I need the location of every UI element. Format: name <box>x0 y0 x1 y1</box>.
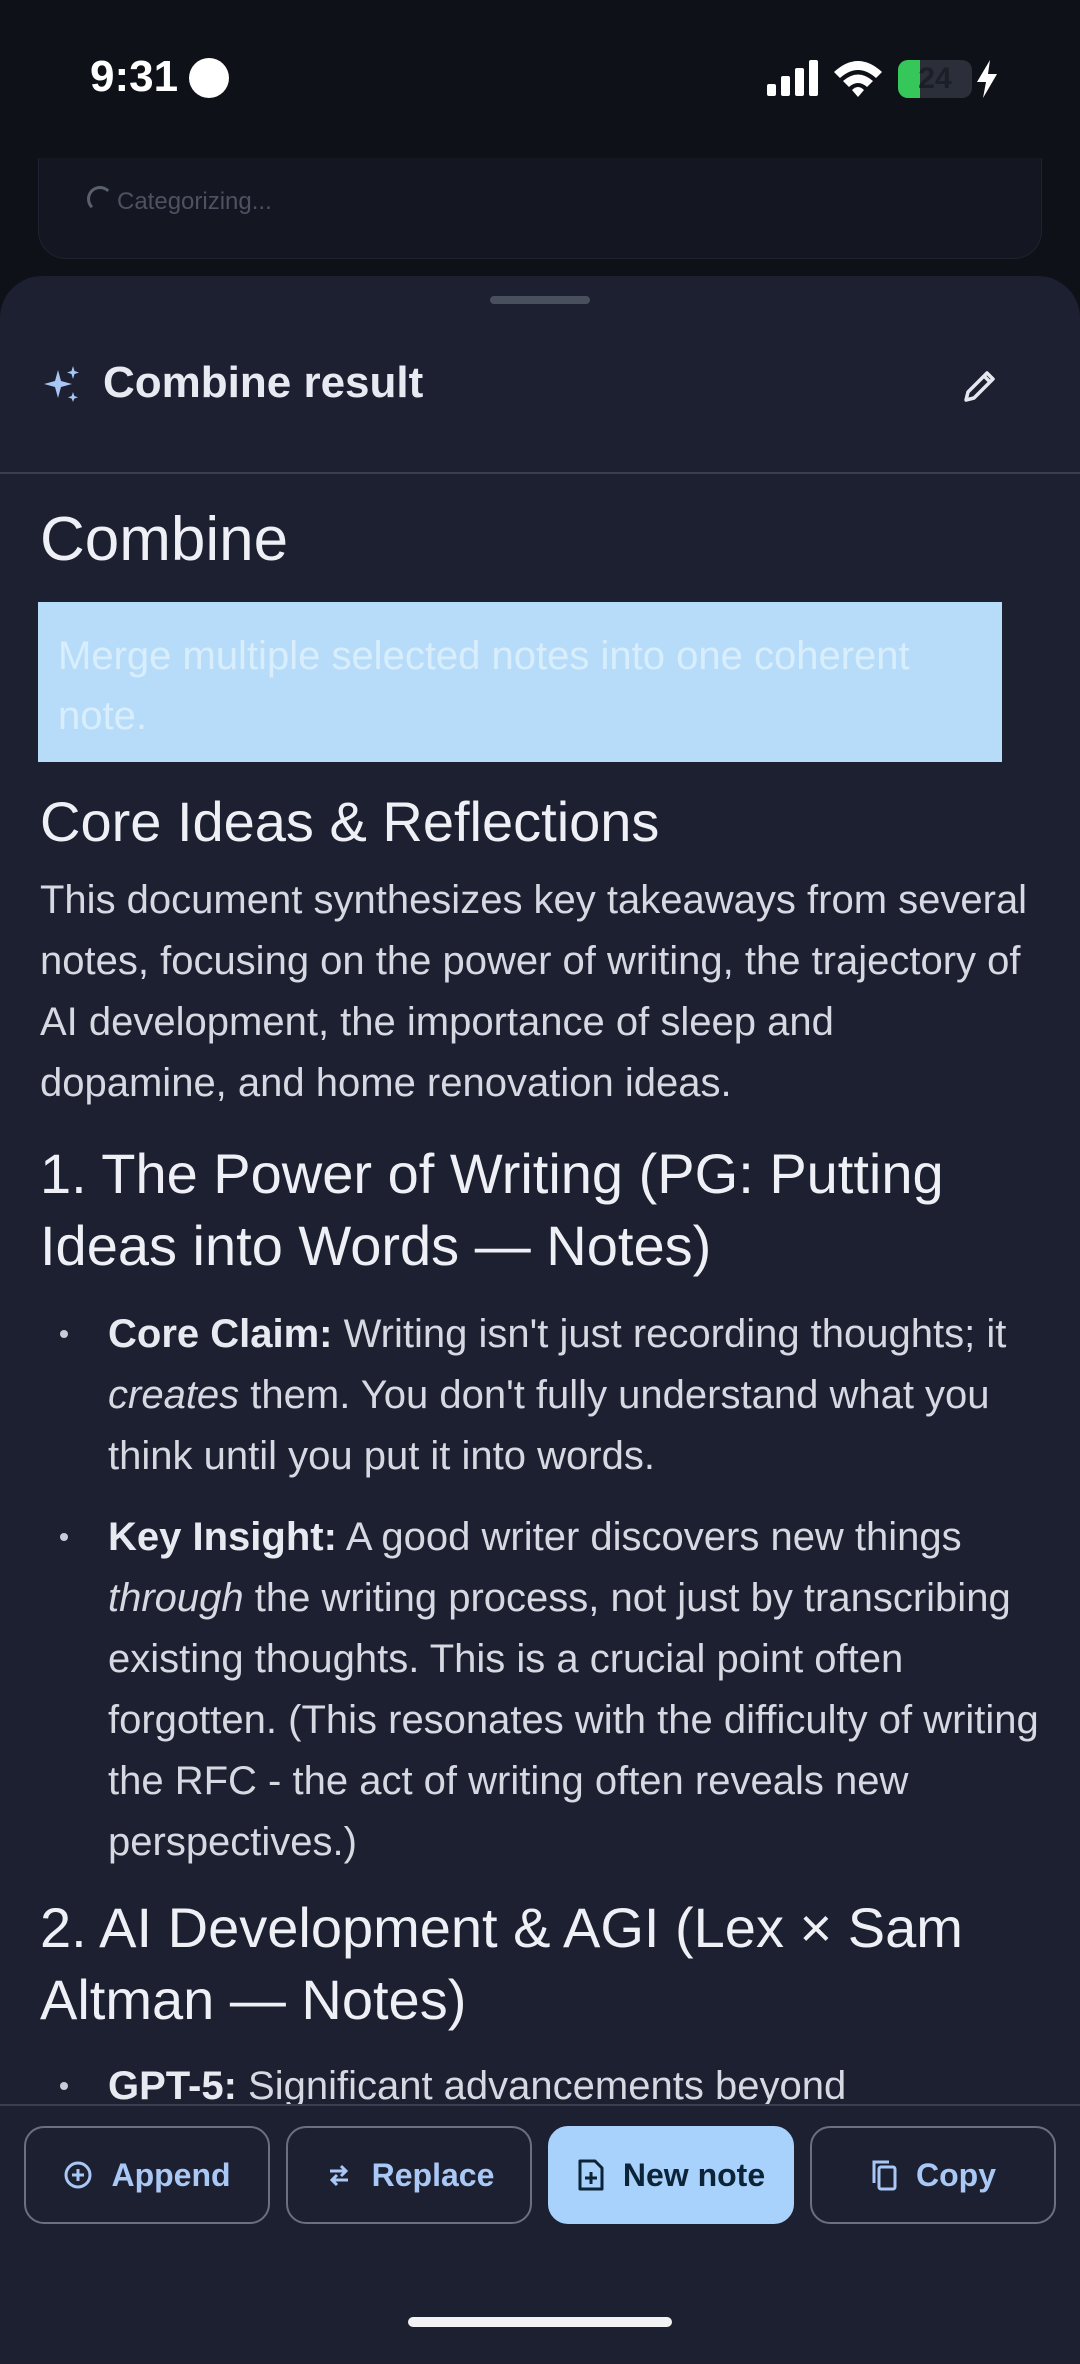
append-label: Append <box>111 2156 231 2193</box>
bullet-dot <box>60 2082 68 2090</box>
wifi-icon <box>834 61 882 97</box>
append-button[interactable]: Append <box>24 2126 270 2224</box>
document-title: Combine <box>40 505 289 574</box>
intro-paragraph: This document synthesizes key takeaways … <box>40 878 1028 1105</box>
copy-label: Copy <box>916 2156 996 2193</box>
action-bar: Append Replace New note Copy <box>0 2106 1080 2276</box>
categorizing-status: Categorizing... <box>117 188 272 215</box>
description-highlight: Merge multiple selected notes into one c… <box>38 602 1002 762</box>
status-time: 9:31 <box>90 52 179 101</box>
section-heading-core-ideas: Core Ideas & Reflections <box>40 790 660 853</box>
swap-icon <box>329 2164 348 2187</box>
bullet-text: them. You don't fully understand what yo… <box>108 1373 990 1478</box>
loading-spinner-icon <box>87 186 113 212</box>
result-content[interactable]: Combine Merge multiple selected notes in… <box>0 474 1080 2104</box>
charging-bolt-icon <box>977 60 997 98</box>
bullet-dot <box>60 1330 68 1338</box>
new-document-icon <box>578 2159 604 2191</box>
drag-handle[interactable] <box>490 296 590 304</box>
edit-button[interactable] <box>956 362 1004 410</box>
sheet-title: Combine result <box>103 358 424 407</box>
add-circle-icon <box>64 2161 92 2189</box>
new-note-button[interactable]: New note <box>548 2126 794 2224</box>
status-bar: 9:31 24 <box>0 0 1080 150</box>
battery-icon: 24 <box>898 60 972 98</box>
replace-label: Replace <box>371 2156 495 2193</box>
replace-button[interactable]: Replace <box>286 2126 532 2224</box>
bullet-text: A good writer discovers new things <box>336 1515 962 1559</box>
battery-level: 24 <box>918 62 952 95</box>
new-note-label: New note <box>622 2156 766 2193</box>
pencil-icon <box>964 371 995 402</box>
section-heading-writing: 1. The Power of Writing (PG: Putting Ide… <box>40 1142 944 1277</box>
section-heading-ai: 2. AI Development & AGI (Lex × Sam Altma… <box>40 1896 963 2031</box>
cellular-signal-icon <box>767 60 818 96</box>
recording-dot-icon <box>189 58 229 98</box>
combine-result-sheet: Combine result Combine Merge multiple se… <box>0 276 1080 2364</box>
bullet-emphasis: through <box>108 1576 244 1620</box>
bullet-label: Key Insight: <box>108 1515 337 1559</box>
bullet-label: GPT-5: <box>108 2064 237 2104</box>
copy-icon <box>872 2160 897 2191</box>
bullet-text: the writing process, not just by transcr… <box>108 1576 1039 1864</box>
bullet-label: Core Claim: <box>108 1312 333 1356</box>
list-item: GPT-5: Significant advancements beyond <box>40 2056 1040 2104</box>
bullet-text: Significant advancements beyond <box>236 2064 847 2104</box>
list-item: Key Insight: A good writer discovers new… <box>40 1507 1040 1873</box>
bullet-emphasis: creates <box>108 1373 240 1417</box>
list-item: Core Claim: Writing isn't just recording… <box>40 1304 1040 1487</box>
sparkle-icon <box>44 366 79 402</box>
home-indicator[interactable] <box>408 2317 672 2327</box>
background-note-card: Categorizing... <box>38 158 1042 259</box>
copy-button[interactable]: Copy <box>810 2126 1056 2224</box>
bullet-text: Writing isn't just recording thoughts; i… <box>332 1312 1007 1356</box>
bullet-dot <box>60 1533 68 1541</box>
